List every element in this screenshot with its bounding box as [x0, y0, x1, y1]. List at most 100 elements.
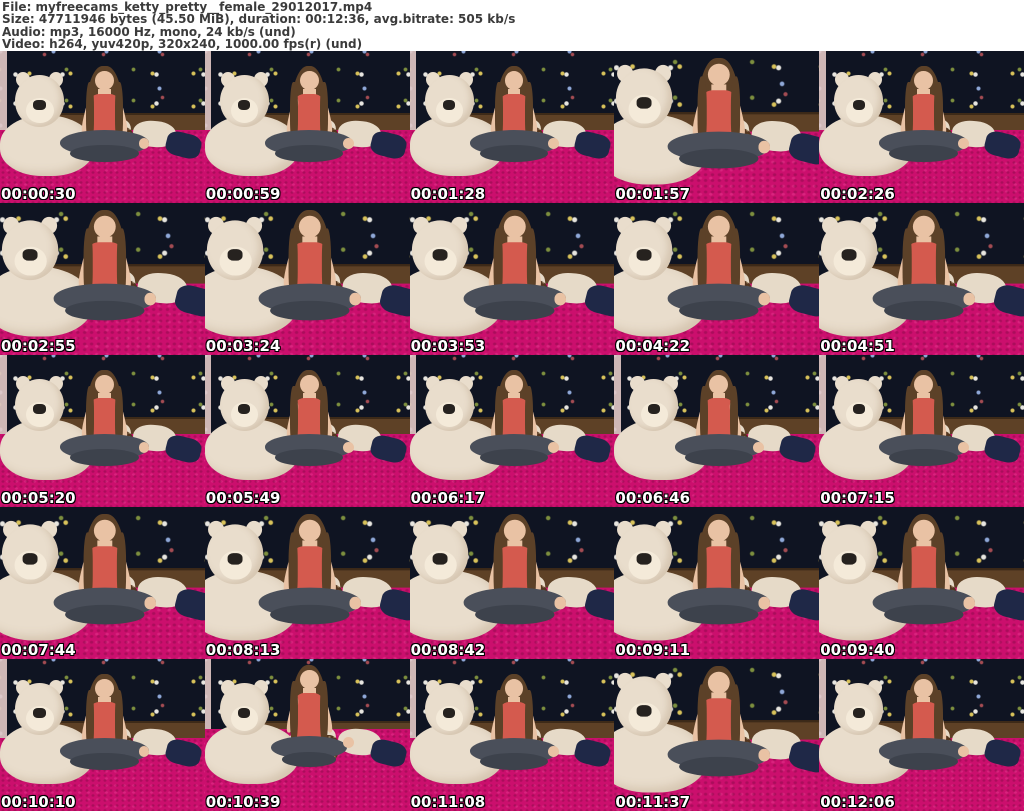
person-figure: [59, 369, 150, 503]
timestamp-label: 00:07:44: [1, 641, 76, 659]
thumbnail-image: [614, 51, 820, 203]
thumbnail-image: [0, 507, 205, 659]
thumbnail-image: [409, 203, 615, 355]
person-head: [298, 215, 321, 238]
bear-nose: [443, 100, 456, 111]
person-head: [94, 374, 114, 395]
person-figure: [667, 512, 771, 659]
person-legs-shadow: [275, 448, 344, 467]
person-head: [299, 669, 319, 689]
person-head: [914, 374, 934, 395]
video-thumbnail: 00:11:08: [409, 659, 615, 811]
person-head: [913, 519, 935, 542]
thumbnail-grid: 00:00:30 00:00:59 00:01:28 00:01:57 00:0…: [0, 51, 1024, 811]
thumbnail-image: [204, 51, 410, 203]
person-figure: [879, 369, 969, 503]
person-legs-shadow: [889, 752, 958, 771]
person-foot: [957, 138, 969, 149]
video-thumbnail: 00:10:39: [204, 659, 410, 811]
bear-nose: [637, 97, 652, 110]
video-thumbnail: 00:00:59: [204, 51, 410, 203]
thumbnail-sheet: File: myfreecams_ketty_pretty__female_29…: [0, 0, 1024, 811]
video-thumbnail: 00:01:28: [409, 51, 615, 203]
timestamp-label: 00:04:51: [820, 337, 895, 355]
person-foot: [138, 138, 150, 149]
person-figure: [59, 65, 150, 199]
person-legs-shadow: [70, 752, 139, 771]
thumbnail-image: [819, 203, 1024, 355]
person-legs-shadow: [889, 144, 958, 163]
person-foot: [548, 746, 560, 757]
timestamp-label: 00:02:55: [1, 337, 76, 355]
person-legs-shadow: [70, 448, 139, 467]
person-head: [503, 215, 526, 238]
thumbnail-image: [409, 355, 615, 507]
thumbnail-image: [204, 203, 410, 355]
timestamp-label: 00:03:24: [205, 337, 281, 355]
person-legs-shadow: [479, 448, 549, 467]
video-thumbnail: 00:05:49: [204, 355, 410, 507]
video-thumbnail: 00:00:30: [0, 51, 205, 203]
person-foot: [548, 442, 560, 453]
bear-nose: [842, 249, 857, 262]
video-thumbnail: 00:02:55: [0, 203, 205, 355]
timestamp-label: 00:01:57: [615, 185, 691, 203]
thumbnail-image: [409, 659, 615, 811]
video-thumbnail: 00:11:37: [614, 659, 820, 811]
timestamp-label: 00:08:13: [205, 641, 281, 659]
person-legs-shadow: [65, 604, 145, 625]
thumbnail-image: [614, 659, 820, 811]
person-legs-shadow: [884, 604, 964, 625]
thumbnail-image: [614, 507, 820, 659]
bear-nose: [637, 553, 652, 566]
person-foot: [343, 442, 355, 453]
timestamp-label: 00:06:46: [615, 489, 691, 507]
video-thumbnail: 00:12:06: [819, 659, 1024, 811]
timestamp-label: 00:09:11: [615, 641, 691, 659]
bear-nose: [647, 404, 661, 415]
person-figure: [264, 664, 355, 798]
timestamp-label: 00:07:15: [820, 489, 895, 507]
person-foot: [548, 138, 560, 149]
timestamp-label: 00:10:39: [205, 793, 281, 811]
person-foot: [348, 293, 362, 306]
video-thumbnail: 00:03:24: [204, 203, 410, 355]
bear-nose: [227, 553, 242, 566]
timestamp-label: 00:01:28: [410, 185, 486, 203]
video-thumbnail: 00:03:53: [409, 203, 615, 355]
person-foot: [758, 141, 771, 154]
bear-nose: [637, 705, 652, 718]
person-legs-shadow: [679, 756, 759, 777]
thumbnail-image: [819, 659, 1024, 811]
bear-nose: [842, 553, 857, 566]
person-head: [93, 519, 116, 542]
person-figure: [463, 512, 567, 659]
timestamp-label: 00:00:30: [1, 185, 76, 203]
person-legs-shadow: [684, 448, 754, 467]
bear-nose: [852, 100, 865, 111]
timestamp-label: 00:05:20: [1, 489, 76, 507]
person-head: [299, 374, 319, 395]
person-figure: [469, 65, 560, 199]
person-head: [913, 215, 935, 238]
person-legs-shadow: [679, 148, 759, 169]
media-info-header: File: myfreecams_ketty_pretty__female_29…: [0, 0, 1024, 51]
video-thumbnail: 00:06:46: [614, 355, 820, 507]
person-legs-shadow: [479, 144, 549, 163]
person-foot: [758, 749, 771, 762]
person-foot: [144, 597, 157, 610]
person-foot: [758, 293, 771, 306]
person-head: [94, 70, 114, 91]
timestamp-label: 00:04:22: [615, 337, 691, 355]
file-size-line: Size: 47711946 bytes (45.50 MiB), durati…: [2, 12, 516, 27]
thumbnail-image: [0, 355, 205, 507]
bear-nose: [443, 404, 456, 415]
timestamp-label: 00:11:08: [410, 793, 486, 811]
bear-nose: [432, 553, 447, 566]
person-foot: [963, 293, 976, 306]
person-legs-shadow: [474, 604, 554, 625]
video-thumbnail: 00:07:15: [819, 355, 1024, 507]
timestamp-label: 00:02:26: [820, 185, 895, 203]
person-hair-strand-right: [320, 680, 329, 744]
person-foot: [138, 746, 150, 757]
